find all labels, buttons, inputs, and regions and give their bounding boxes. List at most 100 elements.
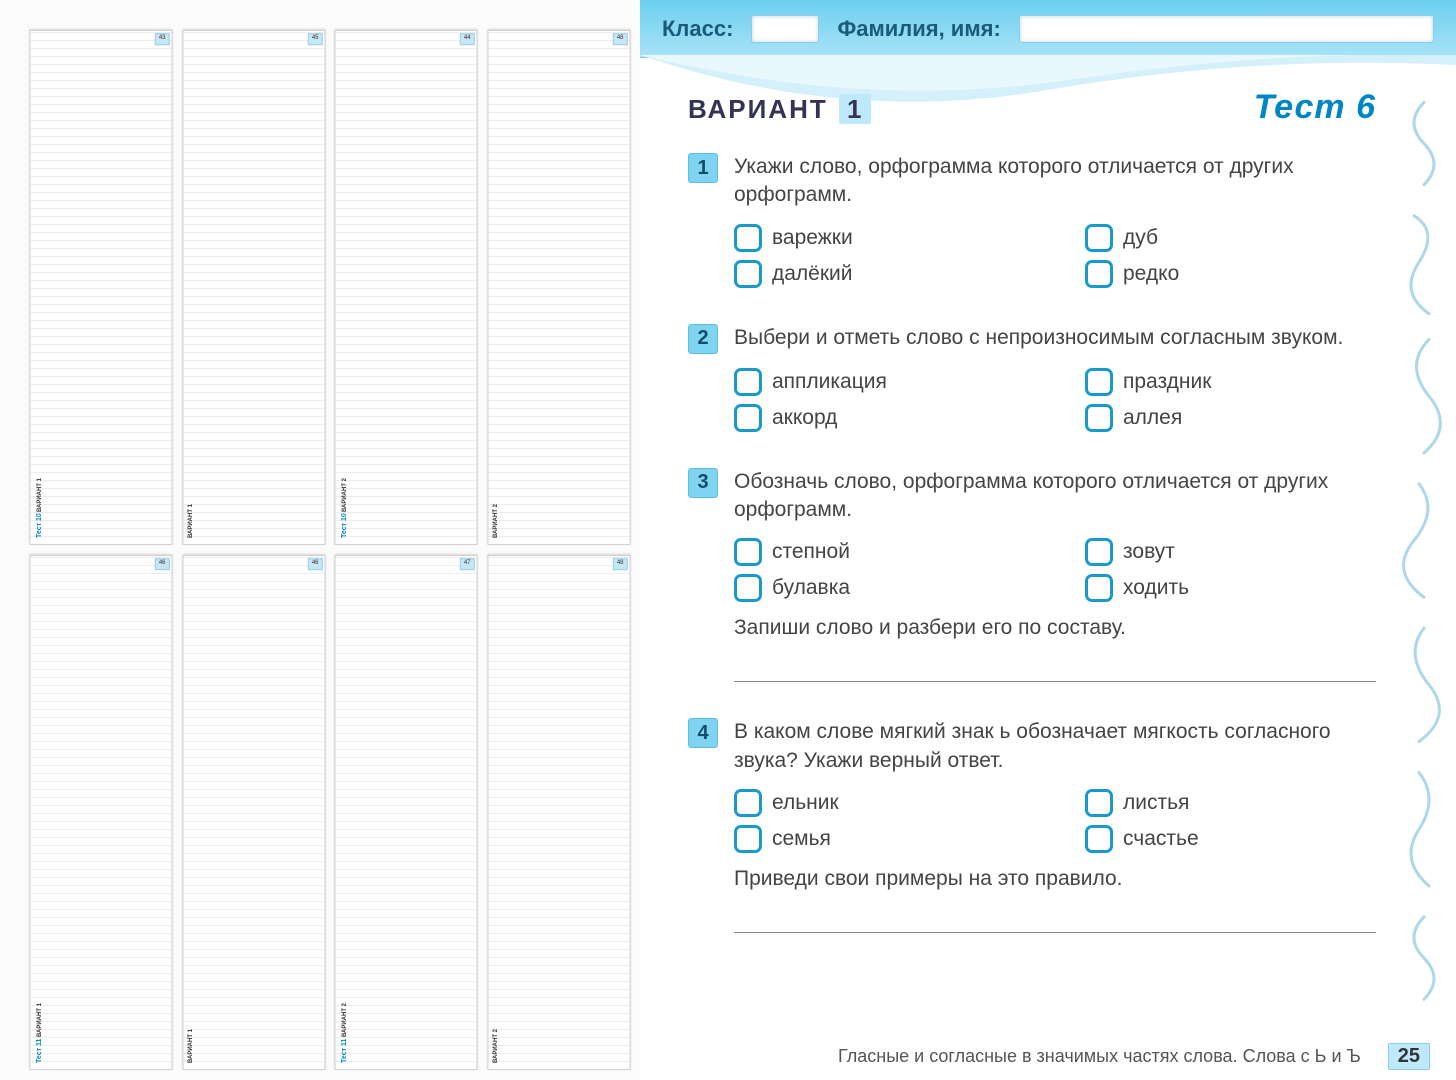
option-label: зовут [1123, 540, 1175, 564]
question-2: 2 Выбери и отметь слово с непроизносимым… [688, 324, 1376, 432]
question-number: 1 [688, 153, 718, 183]
options-q1: варежки дуб далёкий редко [734, 224, 1376, 288]
option-label: булавка [772, 576, 850, 600]
question-text: Обозначь слово, орфограмма которого отли… [734, 468, 1376, 525]
thumb-pagenum: 48 [612, 33, 627, 45]
thumbnail-grid: Тест 10 ВАРИАНТ 1 43 ВАРИАНТ 1 45 Тест 1… [0, 0, 640, 1080]
option-q1-2: далёкий [734, 260, 1025, 288]
thumb-8: ВАРИАНТ 2 48 [488, 555, 631, 1070]
option-label: аллея [1123, 406, 1182, 430]
thumb-pagenum: 47 [460, 558, 475, 570]
checkbox[interactable] [1085, 404, 1113, 432]
option-label: счастье [1123, 827, 1199, 851]
thumb-6: ВАРИАНТ 1 46 [183, 555, 326, 1070]
option-q3-2: булавка [734, 574, 1025, 602]
checkbox[interactable] [734, 574, 762, 602]
question-3: 3 Обозначь слово, орфограмма которого от… [688, 468, 1376, 683]
option-label: ходить [1123, 576, 1189, 600]
checkbox[interactable] [734, 224, 762, 252]
footer-topic: Гласные и согласные в значимых частях сл… [688, 1046, 1361, 1067]
option-label: дуб [1123, 226, 1158, 250]
thumb-4: ВАРИАНТ 2 48 [488, 30, 631, 545]
thumb-pagenum: 46 [307, 558, 322, 570]
thumb-pagenum: 46 [155, 558, 170, 570]
question-number: 3 [688, 468, 718, 498]
option-q2-4: аллея [1085, 404, 1376, 432]
option-q2-2: аккорд [734, 404, 1025, 432]
thumb-7: Тест 11 ВАРИАНТ 2 47 [335, 555, 478, 1070]
thumb-variant-label: ВАРИАНТ 2 [493, 1029, 499, 1063]
option-q4-3: листья [1085, 789, 1376, 817]
question-text: Выбери и отметь слово с непроизносимым с… [734, 324, 1343, 354]
options-q4: ельник листья семья счастье [734, 789, 1376, 853]
option-q3-3: зовут [1085, 538, 1376, 566]
thumb-3: Тест 10 ВАРИАНТ 2 44 [335, 30, 478, 545]
thumb-variant-label: ВАРИАНТ 2 [342, 1003, 348, 1037]
class-input[interactable] [751, 15, 819, 43]
page-body: ВАРИАНТ 1 Тест 6 1 Укажи слово, орфограм… [640, 58, 1456, 989]
option-q4-4: счастье [1085, 825, 1376, 853]
followup-q4: Приведи свои примеры на это правило. [734, 867, 1376, 891]
option-label: варежки [772, 226, 853, 250]
variant-word: ВАРИАНТ [688, 94, 828, 124]
thumb-pagenum: 48 [612, 558, 627, 570]
checkbox[interactable] [1085, 260, 1113, 288]
thumb-pagenum: 45 [307, 33, 322, 45]
checkbox[interactable] [734, 368, 762, 396]
question-text: Укажи слово, орфограмма которого отличае… [734, 153, 1376, 210]
option-label: далёкий [772, 262, 853, 286]
option-label: аппликация [772, 370, 887, 394]
thumb-variant-label: ВАРИАНТ 1 [188, 504, 194, 538]
answer-line-q4[interactable] [734, 909, 1376, 933]
option-label: аккорд [772, 406, 837, 430]
page-header: Класс: Фамилия, имя: [640, 0, 1456, 58]
thumb-variant-label: ВАРИАНТ 1 [37, 478, 43, 512]
page-footer: Гласные и согласные в значимых частях сл… [640, 1043, 1456, 1070]
thumb-1: Тест 10 ВАРИАНТ 1 43 [30, 30, 173, 545]
checkbox[interactable] [1085, 825, 1113, 853]
worksheet-page: Класс: Фамилия, имя: ВАРИАНТ 1 Тест 6 1 … [640, 0, 1456, 1080]
option-q1-1: варежки [734, 224, 1025, 252]
thumb-pagenum: 43 [155, 33, 170, 45]
checkbox[interactable] [734, 538, 762, 566]
question-4: 4 В каком слове мягкий знак ь обозначает… [688, 718, 1376, 933]
option-q3-1: степной [734, 538, 1025, 566]
option-q4-2: семья [734, 825, 1025, 853]
option-q1-3: дуб [1085, 224, 1376, 252]
thumb-variant-label: ВАРИАНТ 2 [342, 478, 348, 512]
checkbox[interactable] [1085, 574, 1113, 602]
option-label: семья [772, 827, 831, 851]
name-input[interactable] [1019, 15, 1434, 43]
followup-q3: Запиши слово и разбери его по составу. [734, 616, 1376, 640]
thumb-5: Тест 11 ВАРИАНТ 1 46 [30, 555, 173, 1070]
checkbox[interactable] [1085, 224, 1113, 252]
option-label: степной [772, 540, 850, 564]
thumb-variant-label: ВАРИАНТ 1 [37, 1003, 43, 1037]
question-text: В каком слове мягкий знак ь обозначает м… [734, 718, 1376, 775]
checkbox[interactable] [734, 789, 762, 817]
test-heading: Тест 6 [1254, 88, 1376, 127]
question-1: 1 Укажи слово, орфограмма которого отлич… [688, 153, 1376, 288]
checkbox[interactable] [734, 260, 762, 288]
checkbox[interactable] [1085, 789, 1113, 817]
checkbox[interactable] [1085, 538, 1113, 566]
variant-heading: ВАРИАНТ 1 [688, 94, 871, 125]
options-q2: аппликация праздник аккорд аллея [734, 368, 1376, 432]
option-label: праздник [1123, 370, 1211, 394]
question-number: 2 [688, 324, 718, 354]
title-row: ВАРИАНТ 1 Тест 6 [688, 88, 1376, 127]
thumb-test-label: Тест 11 [341, 1039, 348, 1063]
option-label: редко [1123, 262, 1179, 286]
thumb-variant-label: ВАРИАНТ 1 [188, 1029, 194, 1063]
answer-line-q3[interactable] [734, 658, 1376, 682]
options-q3: степной зовут булавка ходить [734, 538, 1376, 602]
class-label: Класс: [662, 16, 733, 42]
option-q2-1: аппликация [734, 368, 1025, 396]
option-q4-1: ельник [734, 789, 1025, 817]
option-q2-3: праздник [1085, 368, 1376, 396]
checkbox[interactable] [734, 404, 762, 432]
checkbox[interactable] [1085, 368, 1113, 396]
page-number: 25 [1388, 1043, 1430, 1070]
checkbox[interactable] [734, 825, 762, 853]
option-label: листья [1123, 791, 1189, 815]
